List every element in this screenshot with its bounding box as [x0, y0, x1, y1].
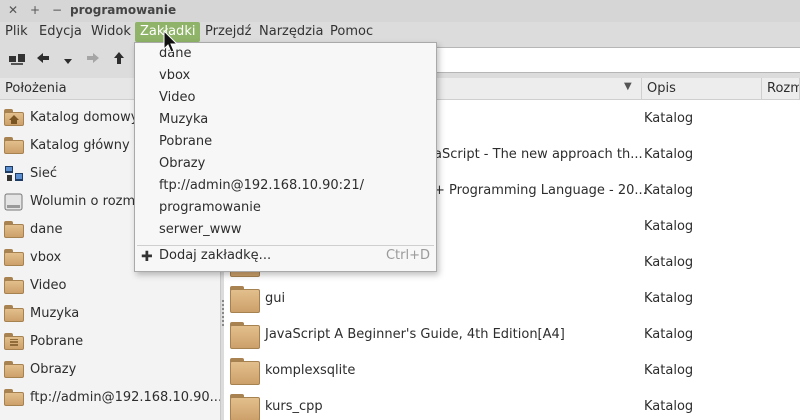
folder-icon	[4, 221, 24, 238]
add-bookmark-shortcut: Ctrl+D	[385, 248, 430, 263]
row-type: Katalog	[644, 399, 694, 414]
sidebar-item-ftp[interactable]: ftp://admin@192.168.10.90...	[0, 384, 220, 412]
location-bar[interactable]	[430, 47, 800, 73]
sidebar-item-label: ftp://admin@192.168.10.90...	[30, 390, 221, 405]
bookmark-item-pobrane[interactable]: Pobrane	[159, 131, 212, 153]
window-title: programowanie	[70, 3, 177, 17]
add-bookmark-item[interactable]: Dodaj zakładkę...	[159, 248, 271, 263]
sidebar-item-label: dane	[30, 222, 63, 237]
bookmarks-menu: dane vbox Video Muzyka Pobrane Obrazy ft…	[134, 42, 437, 272]
minimize-icon[interactable]: −	[52, 3, 62, 17]
forward-arrow-icon[interactable]	[86, 51, 100, 69]
bookmark-item-ftp[interactable]: ftp://admin@192.168.10.90:21/	[159, 175, 364, 197]
sidebar-item-label: Video	[30, 278, 67, 293]
sidebar-item-label: Muzyka	[30, 306, 80, 321]
folder-icon	[230, 394, 260, 420]
menu-edycja[interactable]: Edycja	[34, 22, 87, 42]
folder-icon	[230, 358, 260, 385]
sidebar-item-label: Pobrane	[30, 334, 84, 349]
folder-icon	[4, 137, 24, 154]
table-row[interactable]: komplexsqlite Katalog	[224, 353, 800, 389]
sidebar-item-video[interactable]: Video	[0, 272, 220, 300]
plus-icon[interactable]: +	[30, 3, 40, 17]
menu-przejdz[interactable]: Przejdź	[200, 22, 256, 42]
close-icon[interactable]: ✕	[8, 3, 18, 17]
menu-widok[interactable]: Widok	[86, 22, 136, 42]
drive-icon	[4, 193, 24, 211]
folder-icon	[4, 361, 24, 378]
sidebar-item-obrazy[interactable]: Obrazy	[0, 356, 220, 384]
bookmark-item-obrazy[interactable]: Obrazy	[159, 153, 205, 175]
table-row[interactable]: JavaScript A Beginner's Guide, 4th Editi…	[224, 317, 800, 353]
column-rozmiar[interactable]: Rozmi	[762, 78, 800, 100]
bookmark-item-video[interactable]: Video	[159, 87, 195, 109]
folder-icon	[230, 286, 260, 313]
sidebar-item-label: Wolumin o rozmia	[30, 194, 147, 209]
row-name: komplexsqlite	[265, 363, 356, 378]
row-name: + Programming Language - 20...	[434, 183, 647, 198]
folder-icon	[4, 389, 24, 406]
mouse-pointer-icon	[163, 30, 179, 53]
menu-narzedzia[interactable]: Narzędzia	[254, 22, 329, 42]
sort-down-icon[interactable]: ▼	[624, 81, 632, 92]
sidebar-item-label: Katalog domowy	[30, 110, 139, 125]
sidebar-item-label: vbox	[30, 250, 62, 265]
row-type: Katalog	[644, 291, 694, 306]
network-folder-icon[interactable]	[8, 52, 26, 70]
folder-icon	[230, 322, 260, 349]
bookmark-item-muzyka[interactable]: Muzyka	[159, 109, 208, 131]
menu-separator	[137, 245, 434, 246]
back-arrow-icon[interactable]	[36, 51, 50, 69]
dropdown-arrow-icon[interactable]	[63, 54, 73, 70]
row-name: aScript - The new approach th...	[434, 147, 643, 162]
menu-pomoc[interactable]: Pomoc	[325, 22, 378, 42]
column-opis[interactable]: Opis	[642, 78, 762, 100]
table-row[interactable]: gui Katalog	[224, 281, 800, 317]
row-type: Katalog	[644, 363, 694, 378]
table-row[interactable]: kurs_cpp Katalog	[224, 389, 800, 420]
bookmark-item-serwer-www[interactable]: serwer_www	[159, 219, 242, 241]
home-folder-icon	[4, 109, 24, 126]
folder-icon	[4, 249, 24, 266]
row-name: JavaScript A Beginner's Guide, 4th Editi…	[265, 327, 565, 342]
up-arrow-icon[interactable]	[112, 51, 126, 69]
row-type: Katalog	[644, 219, 694, 234]
folder-icon	[4, 277, 24, 294]
title-bar: ✕ + − programowanie	[0, 0, 800, 22]
row-type: Katalog	[644, 327, 694, 342]
sidebar-item-pobrane[interactable]: Pobrane	[0, 328, 220, 356]
row-type: Katalog	[644, 111, 694, 126]
folder-icon	[4, 305, 24, 322]
row-type: Katalog	[644, 183, 694, 198]
bookmark-item-vbox[interactable]: vbox	[159, 65, 190, 87]
menu-bar: Plik Edycja Widok Zakładki Przejdź Narzę…	[0, 22, 800, 42]
row-type: Katalog	[644, 147, 694, 162]
download-folder-icon	[4, 333, 24, 350]
sidebar-item-label: Katalog główny s	[30, 138, 141, 153]
add-icon: ✚	[141, 249, 153, 265]
row-name: kurs_cpp	[265, 399, 323, 414]
sidebar-item-muzyka[interactable]: Muzyka	[0, 300, 220, 328]
network-icon	[4, 165, 24, 182]
menu-plik[interactable]: Plik	[0, 22, 33, 42]
sidebar-item-label: Sieć	[30, 166, 58, 181]
row-name: gui	[265, 291, 286, 306]
bookmark-item-programowanie[interactable]: programowanie	[159, 197, 261, 219]
row-type: Katalog	[644, 255, 694, 270]
sidebar-item-label: Obrazy	[30, 362, 77, 377]
